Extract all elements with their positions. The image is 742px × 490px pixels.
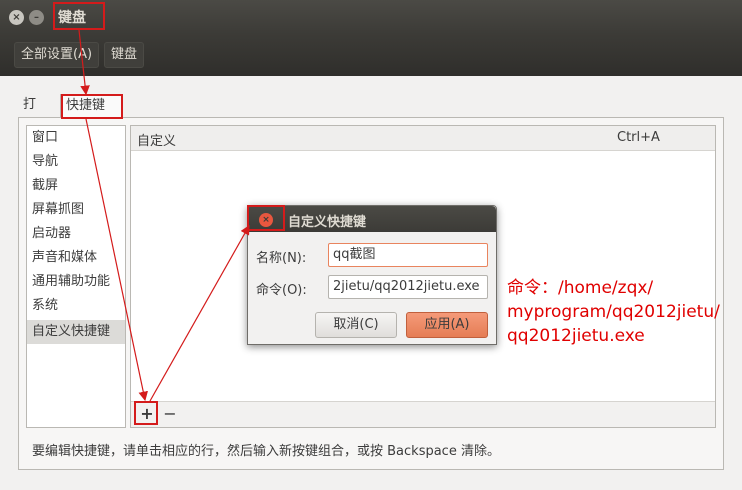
help-hint-text: 要编辑快捷键，请单击相应的行，然后输入新按键组合，或按 Backspace 清除… [32, 444, 500, 459]
category-item-window[interactable]: 窗口 [27, 126, 125, 150]
dialog-title: 自定义快捷键 [288, 215, 367, 230]
category-item-launcher[interactable]: 启动器 [27, 222, 125, 246]
add-shortcut-button[interactable]: + [137, 405, 157, 425]
dialog-titlebar: × 自定义快捷键 [248, 206, 496, 232]
category-item-screenshot[interactable]: 截屏 [27, 174, 125, 198]
name-label: 名称(N): [256, 251, 307, 266]
category-item-accessibility[interactable]: 通用辅助功能 [27, 270, 125, 294]
tab-typing[interactable]: 打字 [18, 94, 41, 134]
custom-shortcut-dialog: × 自定义快捷键 名称(N): qq截图 命令(O): 2jietu/qq201… [247, 205, 497, 345]
category-item-navigation[interactable]: 导航 [27, 150, 125, 174]
category-item-system[interactable]: 系统 [27, 294, 125, 318]
category-item-screen-capture[interactable]: 屏幕抓图 [27, 198, 125, 222]
shortcut-table-row[interactable]: 自定义 Ctrl+A [131, 126, 715, 151]
category-list: 窗口 导航 截屏 屏幕抓图 启动器 声音和媒体 通用辅助功能 系统 自定义快捷键 [26, 125, 126, 428]
cancel-button[interactable]: 取消(C) [315, 312, 397, 338]
dialog-close-icon[interactable]: × [259, 213, 273, 227]
command-label: 命令(O): [256, 283, 307, 298]
annotation-line: myprogram/qq2012jietu/ [507, 302, 720, 322]
category-item-sound-media[interactable]: 声音和媒体 [27, 246, 125, 270]
shortcut-name-cell: 自定义 [137, 134, 177, 149]
breadcrumb-keyboard[interactable]: 键盘 [104, 42, 145, 68]
name-input[interactable]: qq截图 [328, 243, 488, 267]
shortcut-accel-cell: Ctrl+A [617, 130, 660, 145]
window-title: 键盘 [58, 10, 86, 26]
remove-shortcut-button[interactable]: − [160, 405, 180, 425]
settings-toolbar: 全部设置(A) 键盘 [0, 34, 742, 76]
window-close-icon[interactable]: × [9, 10, 24, 25]
annotation-command-text: 命令：/home/zqx/ myprogram/qq2012jietu/ qq2… [507, 276, 720, 348]
window-titlebar: × – 键盘 [0, 0, 742, 34]
annotation-line: qq2012jietu.exe [507, 326, 645, 346]
apply-button[interactable]: 应用(A) [406, 312, 488, 338]
annotation-line: 命令：/home/zqx/ [507, 278, 654, 298]
tab-shortcuts[interactable]: 快捷键 [60, 94, 122, 118]
command-input[interactable]: 2jietu/qq2012jietu.exe [328, 275, 488, 299]
all-settings-button[interactable]: 全部设置(A) [14, 42, 100, 68]
category-item-custom-shortcuts[interactable]: 自定义快捷键 [27, 320, 125, 344]
shortcut-toolbar: + − [131, 401, 715, 427]
window-minimize-icon[interactable]: – [29, 10, 44, 25]
